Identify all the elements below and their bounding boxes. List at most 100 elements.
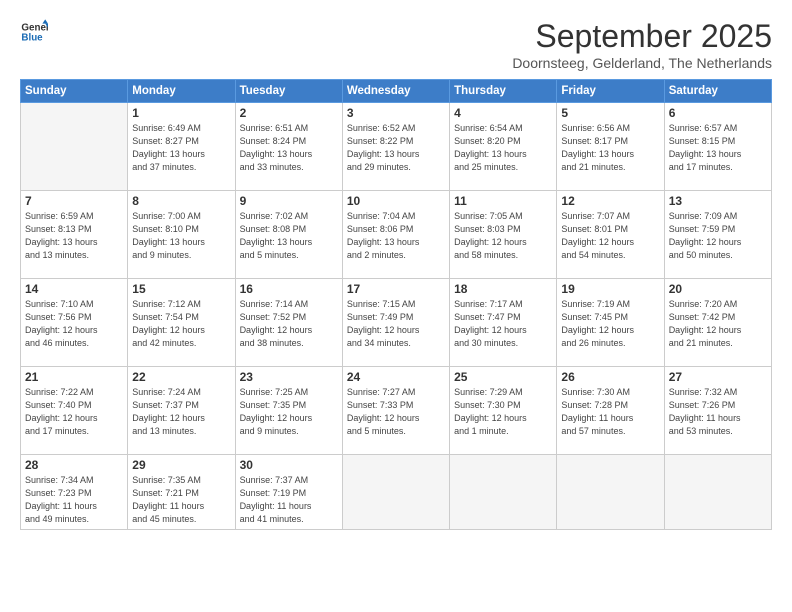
day-info: Sunrise: 7:12 AM Sunset: 7:54 PM Dayligh… [132, 298, 230, 350]
table-row: 18 Sunrise: 7:17 AM Sunset: 7:47 PM Dayli… [450, 279, 557, 367]
table-row: 11 Sunrise: 7:05 AM Sunset: 8:03 PM Dayli… [450, 191, 557, 279]
col-tuesday: Tuesday [235, 80, 342, 103]
day-number: 7 [25, 194, 123, 208]
table-row: 23 Sunrise: 7:25 AM Sunset: 7:35 PM Dayli… [235, 367, 342, 455]
day-info: Sunrise: 7:34 AM Sunset: 7:23 PM Dayligh… [25, 474, 123, 526]
day-number: 9 [240, 194, 338, 208]
day-info: Sunrise: 6:59 AM Sunset: 8:13 PM Dayligh… [25, 210, 123, 262]
page: General Blue September 2025 Doornsteeg, … [0, 0, 792, 612]
table-row: 3 Sunrise: 6:52 AM Sunset: 8:22 PM Daylig… [342, 103, 449, 191]
table-row: 14 Sunrise: 7:10 AM Sunset: 7:56 PM Dayli… [21, 279, 128, 367]
day-info: Sunrise: 7:35 AM Sunset: 7:21 PM Dayligh… [132, 474, 230, 526]
table-row: 24 Sunrise: 7:27 AM Sunset: 7:33 PM Dayli… [342, 367, 449, 455]
day-number: 16 [240, 282, 338, 296]
title-block: September 2025 Doornsteeg, Gelderland, T… [512, 18, 772, 71]
day-number: 10 [347, 194, 445, 208]
day-number: 13 [669, 194, 767, 208]
day-number: 27 [669, 370, 767, 384]
day-number: 2 [240, 106, 338, 120]
table-row: 6 Sunrise: 6:57 AM Sunset: 8:15 PM Daylig… [664, 103, 771, 191]
day-number: 22 [132, 370, 230, 384]
day-info: Sunrise: 7:07 AM Sunset: 8:01 PM Dayligh… [561, 210, 659, 262]
table-row: 5Sunrise: 6:56 AM Sunset: 8:17 PM Daylig… [557, 103, 664, 191]
day-info: Sunrise: 7:37 AM Sunset: 7:19 PM Dayligh… [240, 474, 338, 526]
table-row: 25 Sunrise: 7:29 AM Sunset: 7:30 PM Dayli… [450, 367, 557, 455]
table-row: 16 Sunrise: 7:14 AM Sunset: 7:52 PM Dayli… [235, 279, 342, 367]
table-row: 19 Sunrise: 7:19 AM Sunset: 7:45 PM Dayli… [557, 279, 664, 367]
table-row: 1 Sunrise: 6:49 AM Sunset: 8:27 PM Daylig… [128, 103, 235, 191]
col-friday: Friday [557, 80, 664, 103]
day-info: Sunrise: 7:00 AM Sunset: 8:10 PM Dayligh… [132, 210, 230, 262]
table-row: 7 Sunrise: 6:59 AM Sunset: 8:13 PM Daylig… [21, 191, 128, 279]
table-row: 12 Sunrise: 7:07 AM Sunset: 8:01 PM Dayli… [557, 191, 664, 279]
day-number: 18 [454, 282, 552, 296]
table-row [21, 103, 128, 191]
day-info: Sunrise: 7:05 AM Sunset: 8:03 PM Dayligh… [454, 210, 552, 262]
header-row: Sunday Monday Tuesday Wednesday Thursday… [21, 80, 772, 103]
calendar-table: Sunday Monday Tuesday Wednesday Thursday… [20, 79, 772, 530]
day-info: Sunrise: 6:56 AM Sunset: 8:17 PM Dayligh… [561, 122, 659, 174]
day-number: 17 [347, 282, 445, 296]
day-info: Sunrise: 7:32 AM Sunset: 7:26 PM Dayligh… [669, 386, 767, 438]
table-row: 2 Sunrise: 6:51 AM Sunset: 8:24 PM Daylig… [235, 103, 342, 191]
day-number: 6 [669, 106, 767, 120]
day-number: 14 [25, 282, 123, 296]
table-row: 27 Sunrise: 7:32 AM Sunset: 7:26 PM Dayli… [664, 367, 771, 455]
day-info: Sunrise: 7:20 AM Sunset: 7:42 PM Dayligh… [669, 298, 767, 350]
table-row: 29Sunrise: 7:35 AM Sunset: 7:21 PM Dayli… [128, 455, 235, 530]
day-info: Sunrise: 6:49 AM Sunset: 8:27 PM Dayligh… [132, 122, 230, 174]
day-number: 15 [132, 282, 230, 296]
day-number: 11 [454, 194, 552, 208]
day-info: Sunrise: 7:25 AM Sunset: 7:35 PM Dayligh… [240, 386, 338, 438]
day-info: Sunrise: 7:15 AM Sunset: 7:49 PM Dayligh… [347, 298, 445, 350]
col-wednesday: Wednesday [342, 80, 449, 103]
table-row: 28 Sunrise: 7:34 AM Sunset: 7:23 PM Dayli… [21, 455, 128, 530]
day-info: Sunrise: 7:04 AM Sunset: 8:06 PM Dayligh… [347, 210, 445, 262]
day-info: Sunrise: 6:51 AM Sunset: 8:24 PM Dayligh… [240, 122, 338, 174]
table-row: 22 Sunrise: 7:24 AM Sunset: 7:37 PM Dayli… [128, 367, 235, 455]
day-number: 21 [25, 370, 123, 384]
logo-icon: General Blue [20, 18, 48, 46]
day-number: 8 [132, 194, 230, 208]
table-row [557, 455, 664, 530]
day-info: Sunrise: 7:29 AM Sunset: 7:30 PM Dayligh… [454, 386, 552, 438]
table-row: 9 Sunrise: 7:02 AM Sunset: 8:08 PM Daylig… [235, 191, 342, 279]
day-info: Sunrise: 7:02 AM Sunset: 8:08 PM Dayligh… [240, 210, 338, 262]
day-number: 3 [347, 106, 445, 120]
day-info: Sunrise: 7:22 AM Sunset: 7:40 PM Dayligh… [25, 386, 123, 438]
table-row: 13 Sunrise: 7:09 AM Sunset: 7:59 PM Dayli… [664, 191, 771, 279]
day-info: Sunrise: 7:27 AM Sunset: 7:33 PM Dayligh… [347, 386, 445, 438]
day-info: Sunrise: 7:09 AM Sunset: 7:59 PM Dayligh… [669, 210, 767, 262]
header: General Blue September 2025 Doornsteeg, … [20, 18, 772, 71]
day-number: 4 [454, 106, 552, 120]
day-number: 1 [132, 106, 230, 120]
month-title: September 2025 [512, 18, 772, 55]
table-row: 26Sunrise: 7:30 AM Sunset: 7:28 PM Dayli… [557, 367, 664, 455]
day-info: Sunrise: 7:10 AM Sunset: 7:56 PM Dayligh… [25, 298, 123, 350]
day-info: Sunrise: 7:14 AM Sunset: 7:52 PM Dayligh… [240, 298, 338, 350]
day-number: 25 [454, 370, 552, 384]
day-info: Sunrise: 7:19 AM Sunset: 7:45 PM Dayligh… [561, 298, 659, 350]
col-sunday: Sunday [21, 80, 128, 103]
day-number: 28 [25, 458, 123, 472]
day-info: Sunrise: 7:17 AM Sunset: 7:47 PM Dayligh… [454, 298, 552, 350]
table-row [664, 455, 771, 530]
table-row: 10 Sunrise: 7:04 AM Sunset: 8:06 PM Dayli… [342, 191, 449, 279]
table-row: 21 Sunrise: 7:22 AM Sunset: 7:40 PM Dayli… [21, 367, 128, 455]
day-info: Sunrise: 7:24 AM Sunset: 7:37 PM Dayligh… [132, 386, 230, 438]
day-info: Sunrise: 6:57 AM Sunset: 8:15 PM Dayligh… [669, 122, 767, 174]
day-info: Sunrise: 6:54 AM Sunset: 8:20 PM Dayligh… [454, 122, 552, 174]
table-row: 30Sunrise: 7:37 AM Sunset: 7:19 PM Dayli… [235, 455, 342, 530]
logo: General Blue [20, 18, 48, 46]
day-number: 23 [240, 370, 338, 384]
day-number: 19 [561, 282, 659, 296]
day-info: Sunrise: 6:52 AM Sunset: 8:22 PM Dayligh… [347, 122, 445, 174]
day-number: 24 [347, 370, 445, 384]
col-monday: Monday [128, 80, 235, 103]
table-row [450, 455, 557, 530]
table-row: 15 Sunrise: 7:12 AM Sunset: 7:54 PM Dayli… [128, 279, 235, 367]
day-number: 12 [561, 194, 659, 208]
table-row: 20Sunrise: 7:20 AM Sunset: 7:42 PM Dayli… [664, 279, 771, 367]
day-number: 26 [561, 370, 659, 384]
table-row: 8 Sunrise: 7:00 AM Sunset: 8:10 PM Daylig… [128, 191, 235, 279]
